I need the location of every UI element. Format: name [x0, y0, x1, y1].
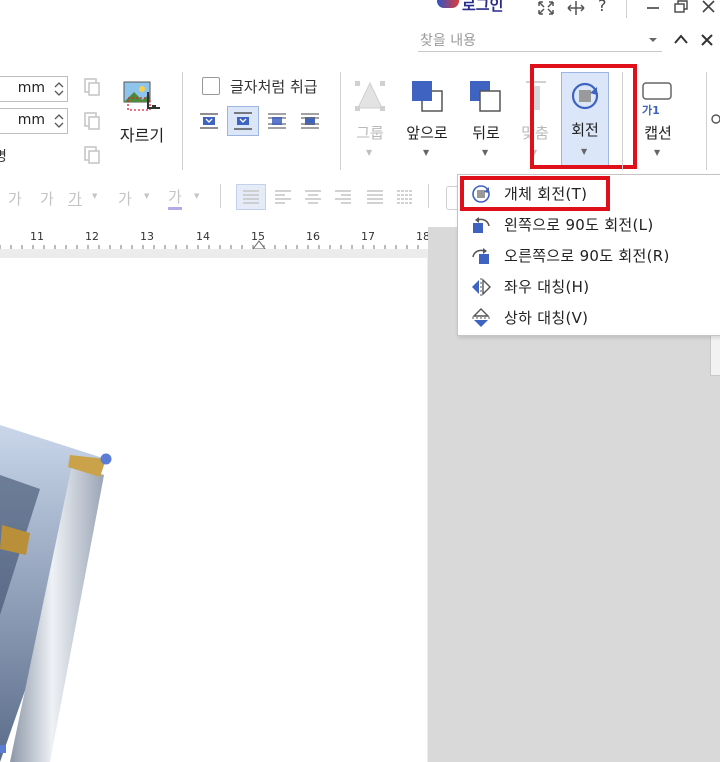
rotate-left-90-icon: [473, 217, 490, 233]
menu-item-label: 오른쪽으로 90도 회전(R): [504, 247, 670, 265]
crop-button[interactable]: 자르기: [112, 78, 168, 145]
same-size-icon[interactable]: [82, 145, 102, 165]
caption-button[interactable]: 가1 캡션 ▼: [634, 76, 682, 166]
format-glyph-4[interactable]: 가: [118, 188, 132, 209]
help-button[interactable]: ?: [598, 0, 607, 15]
ribbon-separator-1: [182, 72, 183, 170]
height-unit: mm: [17, 112, 45, 128]
align-divide-icon[interactable]: [396, 189, 414, 205]
format-glyph-1[interactable]: 가: [8, 188, 22, 209]
flip-horizontal-icon: [472, 278, 491, 296]
treat-as-char-label: 글자처럼 취급: [230, 78, 318, 96]
height-field[interactable]: mm: [0, 108, 68, 134]
format-separator-2: [428, 184, 429, 208]
object-rotate-highlight-box: [460, 176, 610, 211]
flip-vertical-icon: [472, 308, 490, 327]
align-right-icon[interactable]: [334, 189, 352, 205]
width-field[interactable]: mm: [0, 76, 68, 102]
menu-item-label: 상하 대칭(V): [504, 309, 589, 327]
treat-as-char-checkbox[interactable]: [202, 77, 220, 95]
search-dropdown-icon[interactable]: [648, 36, 658, 44]
menu-item-rotate-left[interactable]: 왼쪽으로 90도 회전(L): [458, 209, 720, 240]
align-distribute-icon[interactable]: [366, 189, 384, 205]
bring-forward-button[interactable]: 앞으로 ▼: [400, 76, 454, 166]
fullscreen-icon[interactable]: [537, 0, 555, 16]
rotate-right-90-icon: [472, 248, 489, 264]
ruler-label-17: 17: [361, 230, 375, 243]
title-separator: [626, 0, 627, 18]
send-backward-dropdown-icon: ▼: [482, 148, 489, 157]
rotated-column-image[interactable]: [0, 415, 125, 762]
search-placeholder: 찾을 내용: [420, 33, 476, 49]
send-backward-icon: [470, 81, 501, 112]
caption-icon-text: 가1: [642, 104, 660, 117]
size-partial-label: 명: [0, 149, 7, 165]
minimize-icon[interactable]: [644, 0, 662, 14]
more-options-icon[interactable]: [710, 112, 720, 126]
menu-item-label: 좌우 대칭(H): [504, 278, 590, 296]
format-separator: [220, 184, 221, 208]
caption-label: 캡션: [644, 124, 672, 142]
wrap-topbottom-icon: [234, 112, 252, 130]
ruler-label-13: 13: [140, 230, 154, 243]
group-button[interactable]: 그룹 ▼: [348, 76, 392, 166]
group-dropdown-icon: ▼: [366, 148, 373, 157]
align-center-icon[interactable]: [304, 189, 322, 205]
format-glyph-5[interactable]: 가: [168, 186, 182, 210]
group-label: 그룹: [356, 124, 384, 142]
menu-item-flip-vertical[interactable]: 상하 대칭(V): [458, 302, 720, 333]
crop-label: 자르기: [119, 126, 165, 145]
caption-dropdown-icon: ▼: [654, 148, 661, 157]
wrap-behind-icon[interactable]: [266, 110, 288, 132]
format-glyph-2[interactable]: 가: [40, 188, 54, 209]
login-button[interactable]: 로그인: [462, 0, 503, 15]
same-width-icon[interactable]: [82, 111, 102, 131]
close-search-icon[interactable]: [700, 33, 714, 47]
vertical-scrollbar[interactable]: [710, 334, 720, 376]
height-spinner[interactable]: [53, 111, 65, 131]
crop-icon: [123, 81, 160, 111]
align-justify-icon: [243, 190, 259, 204]
ribbon-separator-2: [340, 72, 341, 170]
ruler-label-11: 11: [30, 230, 44, 243]
ruler-label-12: 12: [85, 230, 99, 243]
wrap-front-icon[interactable]: [299, 110, 321, 132]
chevron-up-icon[interactable]: [673, 33, 689, 45]
menu-item-label: 왼쪽으로 90도 회전(L): [504, 216, 654, 234]
close-icon[interactable]: [700, 0, 718, 14]
ribbon-separator-3: [622, 72, 623, 170]
format-glyph-3[interactable]: 가: [68, 188, 82, 209]
title-bar: 로그인 ?: [0, 0, 720, 20]
menu-item-flip-horizontal[interactable]: 좌우 대칭(H): [458, 271, 720, 302]
width-unit: mm: [17, 80, 45, 96]
rotate-highlight-box: [530, 64, 637, 169]
login-logo-icon: [437, 0, 459, 8]
restore-icon[interactable]: [672, 0, 690, 14]
send-backward-label: 뒤로: [472, 124, 500, 142]
format-dropdown-3-icon[interactable]: ▼: [194, 192, 199, 200]
align-left-icon[interactable]: [274, 189, 292, 205]
format-dropdown-1-icon[interactable]: ▼: [92, 192, 97, 200]
wrap-square-icon[interactable]: [198, 110, 220, 132]
keep-ratio-icon[interactable]: [82, 77, 102, 97]
ruler-label-16: 16: [306, 230, 320, 243]
format-toolbar: 가 가 가 ▼ 가 ▼ 가 ▼: [0, 180, 462, 214]
bring-forward-icon: [412, 81, 443, 112]
menu-item-rotate-right[interactable]: 오른쪽으로 90도 회전(R): [458, 240, 720, 271]
bring-forward-label: 앞으로: [406, 124, 448, 142]
resize-icon[interactable]: [566, 0, 586, 16]
send-backward-button[interactable]: 뒤로 ▼: [460, 76, 512, 166]
image-gloss-icon: [0, 429, 30, 439]
bring-forward-dropdown-icon: ▼: [423, 148, 430, 157]
group-icon: [355, 81, 385, 111]
ribbon-separator-4: [706, 72, 707, 170]
width-spinner[interactable]: [53, 79, 65, 99]
ruler-label-14: 14: [196, 230, 210, 243]
format-dropdown-2-icon[interactable]: ▼: [144, 192, 149, 200]
